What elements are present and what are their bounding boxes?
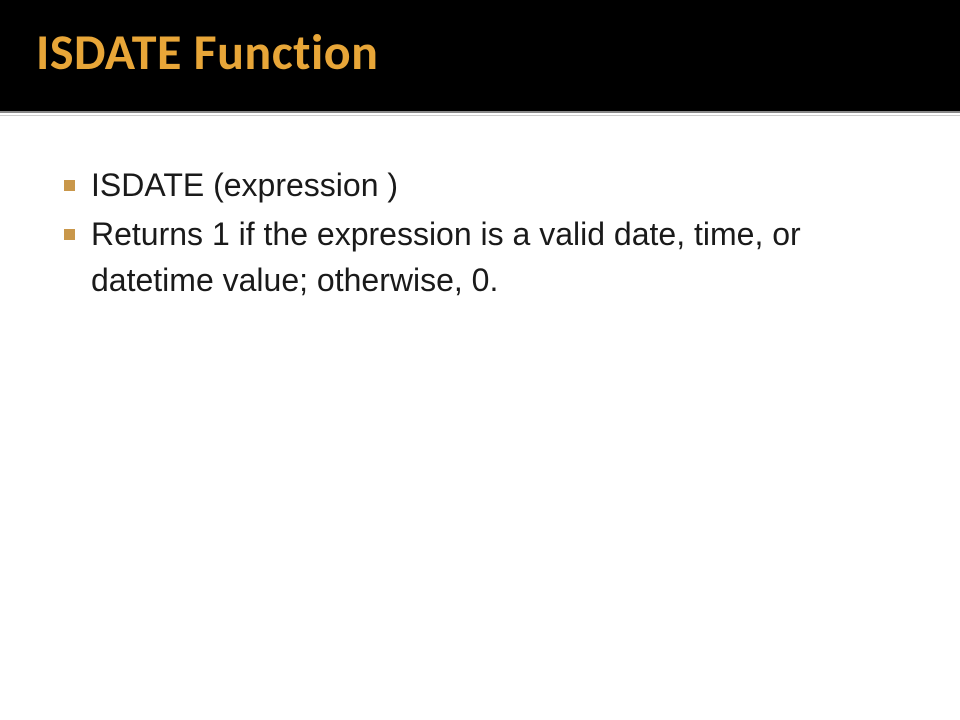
bullet-item: ISDATE (expression ) [64,163,896,208]
square-bullet-icon [64,180,75,191]
bullet-text: ISDATE (expression ) [91,163,896,208]
slide-header: ISDATE Function [0,0,960,113]
slide-content: ISDATE (expression ) Returns 1 if the ex… [0,113,960,303]
bullet-text: Returns 1 if the expression is a valid d… [91,212,896,303]
slide-title: ISDATE Function [36,22,924,83]
square-bullet-icon [64,229,75,240]
bullet-item: Returns 1 if the expression is a valid d… [64,212,896,303]
bullet-list: ISDATE (expression ) Returns 1 if the ex… [64,163,896,303]
